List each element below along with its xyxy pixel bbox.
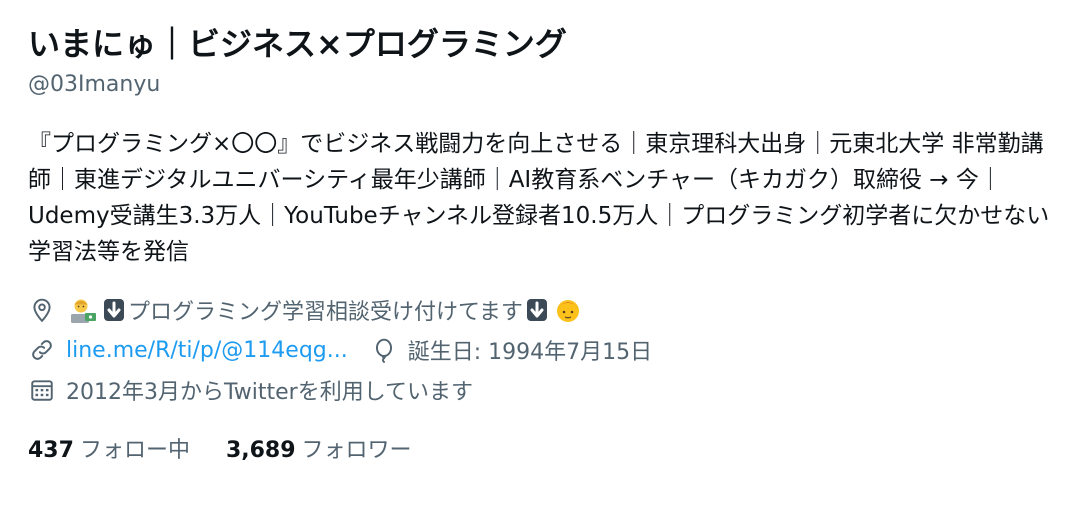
link-birthday-row: line.me/R/ti/p/@114eqg... 誕生日: 1994年7月15… xyxy=(28,330,1068,370)
profile-header: いまにゅ｜ビジネス×プログラミング @03Imanyu 『プログラミング×〇〇』… xyxy=(28,20,1068,464)
display-name: いまにゅ｜ビジネス×プログラミング xyxy=(28,25,567,63)
profile-bio: 『プログラミング×〇〇』でビジネス戦闘力を向上させる｜東京理科大出身｜元東北大学… xyxy=(28,131,1050,265)
website-item: line.me/R/ti/p/@114eqg... xyxy=(28,336,348,364)
calendar-icon xyxy=(28,376,56,404)
following-link[interactable]: 437 フォロー中 xyxy=(28,432,190,464)
location-row: プログラミング学習相談受け付けてます xyxy=(28,290,1068,330)
follow-stats: 437 フォロー中 3,689 フォロワー xyxy=(28,432,1068,464)
website-link[interactable]: line.me/R/ti/p/@114eqg... xyxy=(66,338,348,363)
arrow-down-icon xyxy=(526,298,548,322)
birthday-item: 誕生日: 1994年7月15日 xyxy=(370,334,652,366)
balloon-icon xyxy=(370,336,398,364)
followers-label: フォロワー xyxy=(301,438,412,463)
joined-row: 2012年3月からTwitterを利用しています xyxy=(28,370,1068,410)
arrow-down-icon xyxy=(103,298,125,322)
following-label: フォロー中 xyxy=(79,438,190,463)
technologist-emoji-icon xyxy=(68,295,98,325)
link-icon xyxy=(28,336,56,364)
followers-count: 3,689 xyxy=(225,438,296,463)
location-pin-icon xyxy=(28,296,56,324)
location-text: プログラミング学習相談受け付けてます xyxy=(128,300,523,325)
user-handle: @03Imanyu xyxy=(28,72,161,97)
followers-link[interactable]: 3,689 フォロワー xyxy=(226,432,412,464)
following-count: 437 xyxy=(28,438,74,463)
person-emoji-icon xyxy=(553,295,583,325)
profile-meta: プログラミング学習相談受け付けてます line.me/R/ti/p/@114eq… xyxy=(28,290,1068,410)
joined-text: 2012年3月からTwitterを利用しています xyxy=(66,380,474,405)
birthday-text: 誕生日: 1994年7月15日 xyxy=(407,340,653,365)
